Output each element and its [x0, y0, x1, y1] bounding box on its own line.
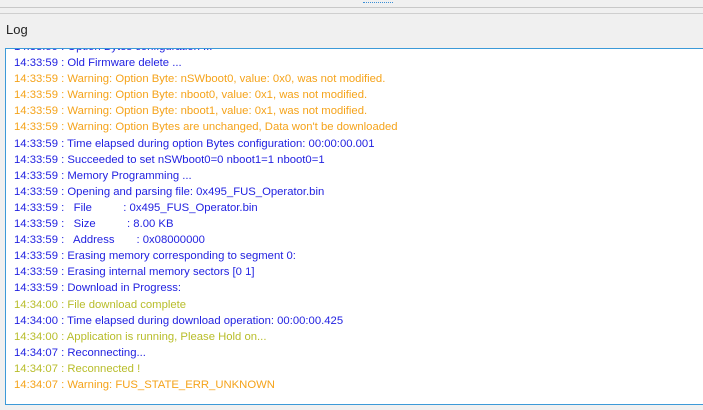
divider — [0, 13, 703, 14]
log-line-ok: 14:34:00 : Application is running, Pleas… — [14, 330, 267, 343]
log-line-info: 14:33:59 : Option Bytes configuration ..… — [14, 49, 398, 55]
log-line-warn: 14:33:59 : Warning: Option Bytes are unc… — [14, 121, 398, 134]
log-line-warn: 14:33:59 : Warning: Option Byte: nboot1,… — [14, 105, 368, 118]
log-line-info: 14:33:59 : Download in Progress: — [14, 282, 182, 295]
log-panel[interactable]: 14:33:59 : Option Bytes configuration ..… — [5, 48, 703, 405]
log-line-info: 14:33:59 : Size : 8.00 KB — [14, 218, 174, 231]
splitter-handle[interactable] — [363, 0, 393, 3]
log-line-info: 14:33:59 : Time elapsed during option By… — [14, 137, 375, 150]
log-line-info: 14:33:59 : Erasing memory corresponding … — [14, 250, 296, 263]
log-line-info: 14:33:59 : Opening and parsing file: 0x4… — [14, 185, 325, 198]
log-line-info: 14:33:59 : Memory Programming ... — [14, 169, 192, 182]
log-line-ok: 14:34:07 : Reconnected ! — [14, 362, 141, 375]
log-line-warn: 14:34:07 : Warning: FUS_STATE_ERR_UNKNOW… — [14, 378, 275, 391]
log-line-warn: 14:33:59 : Warning: Option Byte: nSWboot… — [14, 73, 386, 86]
log-line-ok: 14:34:00 : File download complete — [14, 298, 187, 311]
log-line-info: 14:33:59 : Old Firmware delete ... — [14, 57, 182, 70]
log-line-warn: 14:33:59 : Warning: Option Byte: nboot0,… — [14, 89, 368, 102]
top-toolbar-edge — [0, 0, 703, 8]
log-line-info: 14:33:59 : File : 0x495_FUS_Operator.bin — [14, 201, 258, 214]
log-line-info: 14:33:59 : Erasing internal memory secto… — [14, 266, 255, 279]
log-line-info: 14:34:00 : Time elapsed during download … — [14, 314, 344, 327]
log-line-info: 14:33:59 : Succeeded to set nSWboot0=0 n… — [14, 153, 325, 166]
log-lines: 14:33:59 : Option Bytes configuration ..… — [14, 49, 398, 393]
log-line-info: 14:33:59 : Address : 0x08000000 — [14, 234, 205, 247]
log-title: Log — [6, 22, 28, 37]
log-line-info: 14:34:07 : Reconnecting... — [14, 346, 146, 359]
